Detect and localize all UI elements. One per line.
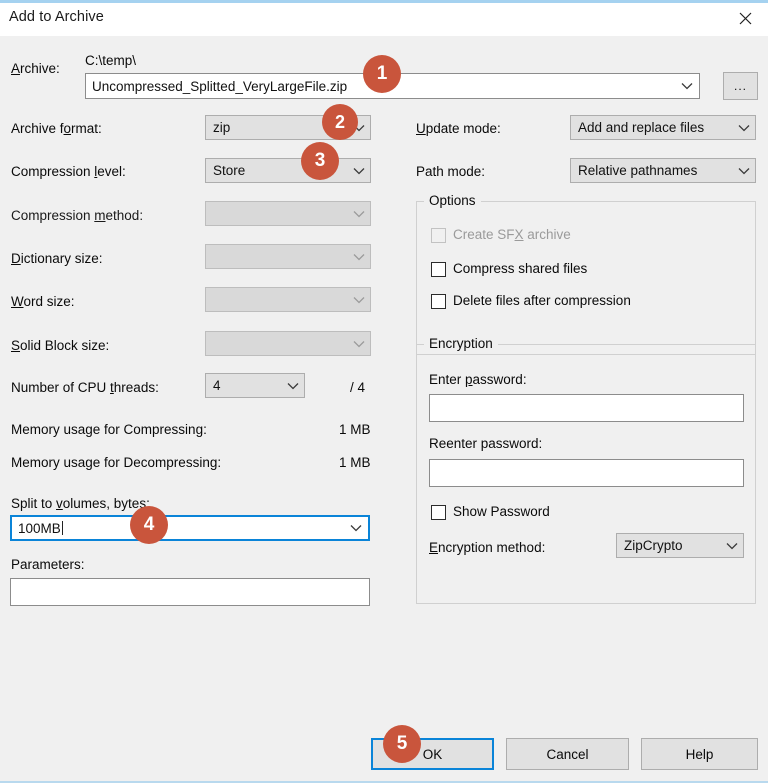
create-sfx-label: Create SFX archive <box>453 227 571 242</box>
annotation-badge-2: 2 <box>322 104 358 140</box>
split-volumes-value: 100MB <box>18 520 63 536</box>
compress-shared-files-label: Compress shared files <box>453 261 588 276</box>
annotation-badge-3: 3 <box>301 142 339 180</box>
help-button[interactable]: Help <box>641 738 758 770</box>
reenter-password-input[interactable] <box>429 459 744 487</box>
dialog-title: Add to Archive <box>9 9 104 25</box>
encryption-method-combobox[interactable]: ZipCrypto <box>616 533 744 558</box>
archive-format-label: Archive format: <box>11 121 102 136</box>
word-size-combobox <box>205 287 371 312</box>
chevron-down-icon[interactable] <box>348 167 370 175</box>
title-bar: Add to Archive <box>0 3 768 36</box>
browse-button[interactable]: ... <box>723 72 758 100</box>
cancel-button[interactable]: Cancel <box>506 738 629 770</box>
memory-decompressing-label: Memory usage for Decompressing: <box>11 455 222 470</box>
chevron-down-icon[interactable] <box>721 542 743 550</box>
chevron-down-icon <box>348 253 370 261</box>
update-mode-label: Update mode: <box>416 121 501 136</box>
cpu-threads-value: 4 <box>213 378 221 393</box>
cpu-threads-label: Number of CPU threads: <box>11 380 159 395</box>
help-button-label: Help <box>685 746 714 762</box>
archive-path-text: C:\temp\ <box>85 53 137 68</box>
solid-block-size-combobox <box>205 331 371 356</box>
cpu-threads-total: / 4 <box>350 380 366 395</box>
show-password-checkbox[interactable] <box>431 505 446 520</box>
dialog-body: Archive: C:\temp\ Uncompressed_Splitted_… <box>0 36 768 781</box>
memory-compressing-value: 1 MB <box>339 422 371 437</box>
chevron-down-icon <box>348 210 370 218</box>
annotation-badge-1: 1 <box>363 55 401 93</box>
compression-method-label: Compression method: <box>11 208 144 223</box>
dictionary-size-combobox <box>205 244 371 269</box>
memory-compressing-label: Memory usage for Compressing: <box>11 422 207 437</box>
encryption-group-title: Encryption <box>424 336 498 351</box>
close-button[interactable] <box>722 3 768 34</box>
browse-ellipsis-label: ... <box>733 79 747 93</box>
compress-shared-files-checkbox[interactable] <box>431 262 446 277</box>
parameters-label: Parameters: <box>11 557 85 572</box>
text-caret <box>61 520 63 535</box>
compression-method-combobox <box>205 201 371 226</box>
chevron-down-icon <box>348 340 370 348</box>
enter-password-label: Enter password: <box>429 372 527 387</box>
encryption-method-value: ZipCrypto <box>624 538 683 553</box>
close-icon <box>739 12 752 25</box>
compression-level-label: Compression level: <box>11 164 126 179</box>
options-group-title: Options <box>424 193 481 208</box>
delete-files-after-compression-checkbox[interactable] <box>431 294 446 309</box>
annotation-badge-5: 5 <box>383 725 421 763</box>
delete-files-after-compression-label: Delete files after compression <box>453 293 631 308</box>
options-group <box>416 201 756 355</box>
word-size-label: Word size: <box>11 294 75 309</box>
chevron-down-icon <box>348 296 370 304</box>
cancel-button-label: Cancel <box>546 746 589 762</box>
show-password-label: Show Password <box>453 504 550 519</box>
path-mode-label: Path mode: <box>416 164 486 179</box>
memory-decompressing-value: 1 MB <box>339 455 371 470</box>
update-mode-combobox[interactable]: Add and replace files <box>570 115 756 140</box>
compression-level-combobox[interactable]: Store <box>205 158 371 183</box>
dictionary-size-label: Dictionary size: <box>11 251 103 266</box>
update-mode-value: Add and replace files <box>578 120 705 135</box>
path-mode-value: Relative pathnames <box>578 163 698 178</box>
chevron-down-icon[interactable] <box>675 82 699 90</box>
chevron-down-icon[interactable] <box>282 382 304 390</box>
create-sfx-checkbox <box>431 228 446 243</box>
encryption-method-label: Encryption method: <box>429 540 546 555</box>
ok-button-label: OK <box>422 746 443 762</box>
chevron-down-icon[interactable] <box>733 167 755 175</box>
path-mode-combobox[interactable]: Relative pathnames <box>570 158 756 183</box>
enter-password-input[interactable] <box>429 394 744 422</box>
parameters-input[interactable] <box>10 578 370 606</box>
archive-label: Archive: <box>11 61 60 76</box>
chevron-down-icon[interactable] <box>733 124 755 132</box>
chevron-down-icon[interactable] <box>344 524 368 532</box>
annotation-badge-4: 4 <box>130 506 168 544</box>
add-to-archive-dialog: Add to Archive Archive: C:\temp\ Uncompr… <box>0 0 768 783</box>
cpu-threads-combobox[interactable]: 4 <box>205 373 305 398</box>
solid-block-size-label: Solid Block size: <box>11 338 110 353</box>
reenter-password-label: Reenter password: <box>429 436 543 451</box>
split-volumes-combobox[interactable]: 100MB <box>10 515 370 541</box>
split-volumes-label: Split to volumes, bytes: <box>11 496 150 511</box>
